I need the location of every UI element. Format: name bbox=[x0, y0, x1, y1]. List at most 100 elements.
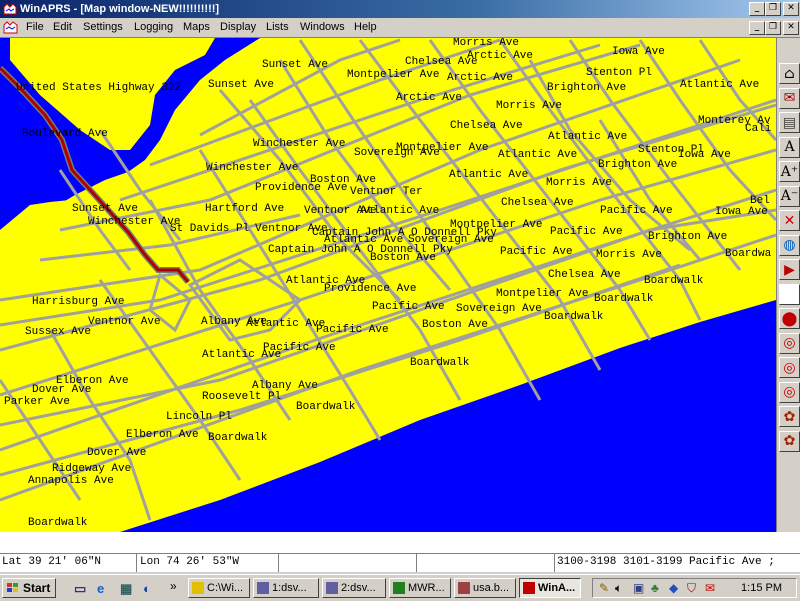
street-label: Providence Ave bbox=[255, 182, 347, 194]
longitude-readout: Lon 74 26' 53"W bbox=[140, 556, 240, 568]
street-label: Sussex Ave bbox=[25, 326, 91, 338]
taskbar: Start ▭ e ▦ ◐ » C:\Wi... 1:dsv... 2:dsv... MWR… bbox=[0, 574, 800, 601]
task-button[interactable]: 1:dsv... bbox=[253, 578, 319, 598]
map-footer bbox=[0, 532, 800, 553]
task-button[interactable]: WinA... bbox=[519, 578, 581, 598]
menu-edit[interactable]: Edit bbox=[53, 21, 72, 33]
document-icon[interactable] bbox=[3, 20, 19, 34]
child-restore-button[interactable]: ❐ bbox=[765, 21, 781, 35]
street-label: Atlantic Ave bbox=[360, 205, 439, 217]
target-icon[interactable]: ◎ bbox=[779, 332, 800, 354]
task-button[interactable]: C:\Wi... bbox=[188, 578, 250, 598]
windows-logo-icon bbox=[7, 583, 18, 592]
street-label: Boston Ave bbox=[370, 252, 436, 264]
tray-icon-4[interactable]: ♣ bbox=[651, 581, 659, 595]
pin-icon[interactable]: ⬤ bbox=[779, 308, 800, 329]
street-label: Sovereign Ave bbox=[456, 303, 542, 315]
status-bar: Lat 39 21' 06"N Lon 74 26' 53"W 3100-319… bbox=[0, 553, 800, 572]
winaprs-app-icon bbox=[3, 3, 17, 15]
street-label: Ventnor Ter bbox=[350, 186, 423, 198]
network-icon[interactable]: ▦ bbox=[120, 581, 134, 596]
street-label: Sovereign Ave bbox=[354, 147, 440, 159]
street-label: Bel bbox=[750, 195, 770, 207]
task-button[interactable]: usa.b... bbox=[454, 578, 516, 598]
task-button[interactable]: MWR... bbox=[389, 578, 451, 598]
task-button[interactable]: 2:dsv... bbox=[322, 578, 386, 598]
street-label: Iowa Ave bbox=[612, 46, 665, 58]
street-label: Iowa Ave bbox=[715, 206, 768, 218]
address-readout: 3100-3198 3101-3199 Pacific Ave ; bbox=[557, 556, 775, 568]
quick-launch-more[interactable]: » bbox=[170, 579, 177, 593]
menu-windows[interactable]: Windows bbox=[300, 21, 345, 33]
street-label: Ventnor Ave bbox=[88, 316, 161, 328]
street-label: Harrisburg Ave bbox=[32, 296, 124, 308]
street-label: Pacific Ave bbox=[600, 205, 673, 217]
volume-icon[interactable]: 🔈︎ bbox=[615, 581, 622, 596]
street-label: Atlantic Ave bbox=[498, 149, 577, 161]
app-icon bbox=[458, 582, 470, 594]
blank-icon[interactable] bbox=[779, 283, 800, 305]
street-label: Pacific Ave bbox=[550, 226, 623, 238]
street-label: Atlantic Ave bbox=[246, 318, 325, 330]
flower-icon-2[interactable]: ✿ bbox=[779, 430, 800, 452]
browser-icon[interactable]: e bbox=[97, 581, 111, 596]
menu-lists[interactable]: Lists bbox=[266, 21, 289, 33]
child-close-button[interactable]: ✕ bbox=[783, 21, 799, 35]
network-tray-icon[interactable]: ▣ bbox=[633, 581, 644, 595]
street-label: Sunset Ave bbox=[262, 59, 328, 71]
menu-logging[interactable]: Logging bbox=[134, 21, 173, 33]
map-icon[interactable]: ✉ bbox=[779, 87, 800, 109]
menu-maps[interactable]: Maps bbox=[183, 21, 210, 33]
tray-icon-5[interactable]: ◆ bbox=[669, 581, 678, 595]
street-label: Brighton Ave bbox=[598, 159, 677, 171]
messenger-icon[interactable]: ◐ bbox=[143, 581, 157, 596]
street-label: Arctic Ave bbox=[447, 72, 513, 84]
desktop-icon[interactable]: ▭ bbox=[74, 581, 88, 596]
font-smaller-icon[interactable]: A⁻ bbox=[779, 185, 800, 207]
menu-file[interactable]: File bbox=[26, 21, 44, 33]
street-label: Hartford Ave bbox=[205, 203, 284, 215]
street-label: Sunset Ave bbox=[72, 203, 138, 215]
task-label: C:\Wi... bbox=[207, 582, 244, 594]
task-label: 2:dsv... bbox=[341, 582, 376, 594]
font-icon[interactable]: A bbox=[779, 136, 800, 158]
flower-icon[interactable]: ✿ bbox=[779, 406, 800, 427]
street-label: Morris Ave bbox=[546, 177, 612, 189]
task-label: usa.b... bbox=[473, 582, 510, 594]
map-canvas[interactable]: Morris Ave Iowa Ave Chelsea Ave Arctic Ave S… bbox=[0, 38, 776, 532]
minimize-button[interactable]: _ bbox=[749, 2, 765, 16]
street-label: Boardwalk bbox=[594, 293, 654, 305]
tray-icon-1[interactable]: ✎ bbox=[599, 581, 609, 595]
menu-settings[interactable]: Settings bbox=[83, 21, 123, 33]
street-label: Morris Ave bbox=[496, 100, 562, 112]
restore-button[interactable]: ❐ bbox=[765, 2, 781, 16]
globe-icon[interactable]: ◍ bbox=[779, 234, 800, 256]
street-label: Brighton Ave bbox=[648, 231, 727, 243]
play-icon[interactable]: ▶ bbox=[779, 259, 800, 280]
print-icon[interactable]: ▤ bbox=[779, 112, 800, 133]
street-label: Sunset Ave bbox=[208, 79, 274, 91]
home-icon[interactable]: ⌂ bbox=[779, 63, 800, 84]
task-label: 1:dsv... bbox=[272, 582, 307, 594]
task-label: MWR... bbox=[408, 582, 445, 594]
tray-icon-7[interactable]: ✉ bbox=[705, 581, 715, 595]
close-button[interactable]: ✕ bbox=[783, 2, 799, 16]
target-icon-2[interactable]: ◎ bbox=[779, 357, 800, 378]
menu-display[interactable]: Display bbox=[220, 21, 256, 33]
shield-icon[interactable]: ⛉ bbox=[687, 581, 696, 596]
document-icon bbox=[257, 582, 269, 594]
street-label: Brighton Ave bbox=[547, 82, 626, 94]
child-minimize-button[interactable]: _ bbox=[749, 21, 765, 35]
street-label: Morris Ave bbox=[596, 249, 662, 261]
street-label: Winchester Ave bbox=[206, 162, 298, 174]
system-tray: ✎ 🔈︎ ▣ ♣ ◆ ⛉ ✉ 1:15 PM bbox=[592, 578, 797, 598]
target-icon-3[interactable]: ◎ bbox=[779, 381, 800, 403]
street-label: Montpelier Ave bbox=[496, 288, 588, 300]
menu-help[interactable]: Help bbox=[354, 21, 377, 33]
street-label: Roosevelt Pl bbox=[202, 391, 281, 403]
font-larger-icon[interactable]: A⁺ bbox=[779, 161, 800, 182]
street-map[interactable]: Morris Ave Iowa Ave Chelsea Ave Arctic Ave S… bbox=[0, 38, 776, 532]
start-button[interactable]: Start bbox=[2, 578, 56, 598]
street-label: Arctic Ave bbox=[396, 92, 462, 104]
delete-icon[interactable]: ✕ bbox=[779, 210, 800, 231]
